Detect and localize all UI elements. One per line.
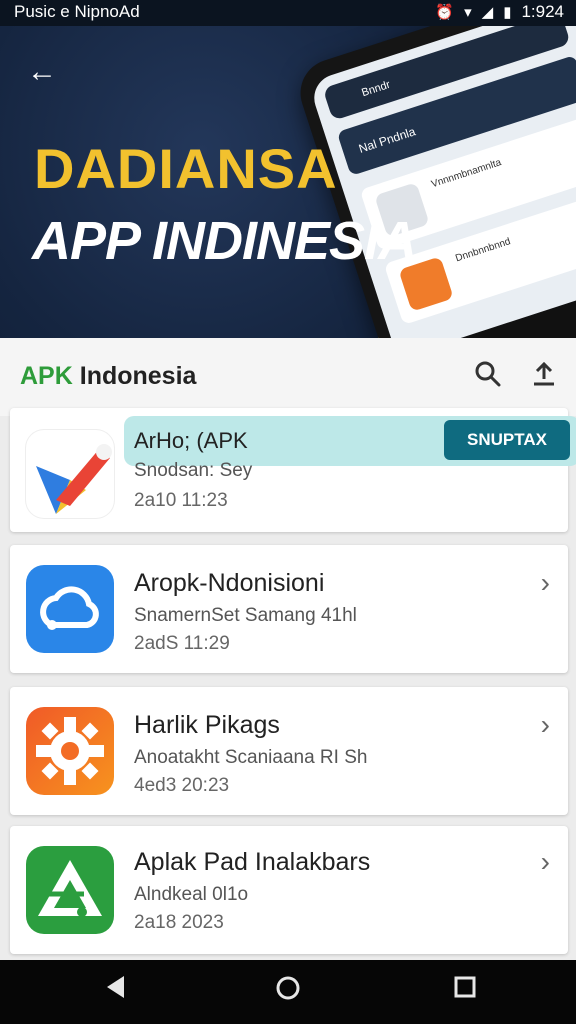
battery-icon: ▮ (503, 4, 512, 21)
install-button[interactable]: SNUPTAX (444, 420, 570, 460)
app-date: 2adS 11:29 (134, 633, 230, 654)
list-item[interactable]: Harlik Pikags Anoatakht Scaniaana RI Sh … (10, 687, 568, 815)
app-name: ArHo; (APK (134, 428, 248, 453)
back-arrow-icon[interactable]: ← (22, 52, 62, 92)
phone-card-1-text: Vnnnmbnamnlta (430, 157, 503, 191)
alarm-icon: ⏰ (435, 4, 455, 21)
system-nav-bar (0, 960, 576, 1024)
list-item[interactable]: Aropk-Ndonisioni SnamernSet Samang 41hl … (10, 545, 568, 673)
phone-card-2-text: Dnnbnnbnnd (454, 236, 513, 265)
chevron-right-icon[interactable]: › (541, 846, 550, 878)
chevron-right-icon[interactable]: › (541, 709, 550, 741)
app-icon-triangle (26, 846, 114, 934)
status-right: ⏰ ▾ ◢ ▮ 1:924 (435, 2, 564, 22)
home-circle-icon[interactable] (274, 974, 302, 1009)
app-subtitle: Snodsan: Sey (134, 460, 253, 481)
app-logo: APK Indonesia (20, 362, 196, 391)
search-icon[interactable] (470, 360, 506, 396)
status-time: 1:924 (521, 2, 564, 21)
app-name: Harlik Pikags (134, 711, 280, 739)
app-date: 2a18 2023 (134, 912, 224, 933)
app-subtitle: SnamernSet Samang 41hl (134, 605, 357, 626)
chevron-right-icon[interactable]: › (541, 567, 550, 599)
app-subtitle: Alndkeal 0l1o (134, 884, 249, 905)
app-icon-rocket (26, 430, 114, 518)
app-subtitle: Anoatakht Scaniaana RI Sh (134, 747, 368, 768)
app-name: Aplak Pad Inalakbars (134, 848, 371, 876)
logo-text: Indonesia (72, 362, 197, 390)
recents-square-icon[interactable] (452, 974, 478, 1007)
app-date: 4ed3 20:23 (134, 775, 230, 796)
app-header: APK Indonesia (0, 338, 576, 416)
wifi-icon: ▾ (464, 4, 472, 21)
banner-title-line2: APP INDINESIA (32, 211, 417, 271)
highlight-banner: ArHo; (APK SNUPTAX (124, 416, 576, 466)
app-name: Aropk-Ndonisioni (134, 569, 325, 597)
signal-icon: ◢ (481, 4, 494, 21)
share-upload-icon[interactable] (526, 360, 562, 396)
status-left-text: Pusic e NipnoAd (14, 2, 140, 21)
list-item[interactable]: ArHo; (APK SNUPTAX Snodsan: Sey 2a10 11:… (10, 408, 576, 532)
logo-apk: APK (20, 362, 73, 390)
status-bar: Pusic e NipnoAd ⏰ ▾ ◢ ▮ 1:924 (0, 0, 576, 26)
hero-banner: Bnndr Nal Pndnla Vnnnmbnamnlta Dnnbnnbnn… (0, 26, 576, 338)
banner-title-line1: DADIANSA (34, 137, 338, 200)
app-icon-cloud (26, 565, 114, 653)
app-icon-gear (26, 707, 114, 795)
app-date: 2a10 11:23 (134, 490, 228, 511)
list-item[interactable]: Aplak Pad Inalakbars Alndkeal 0l1o 2a18 … (10, 826, 568, 954)
back-triangle-icon[interactable] (104, 974, 128, 1007)
